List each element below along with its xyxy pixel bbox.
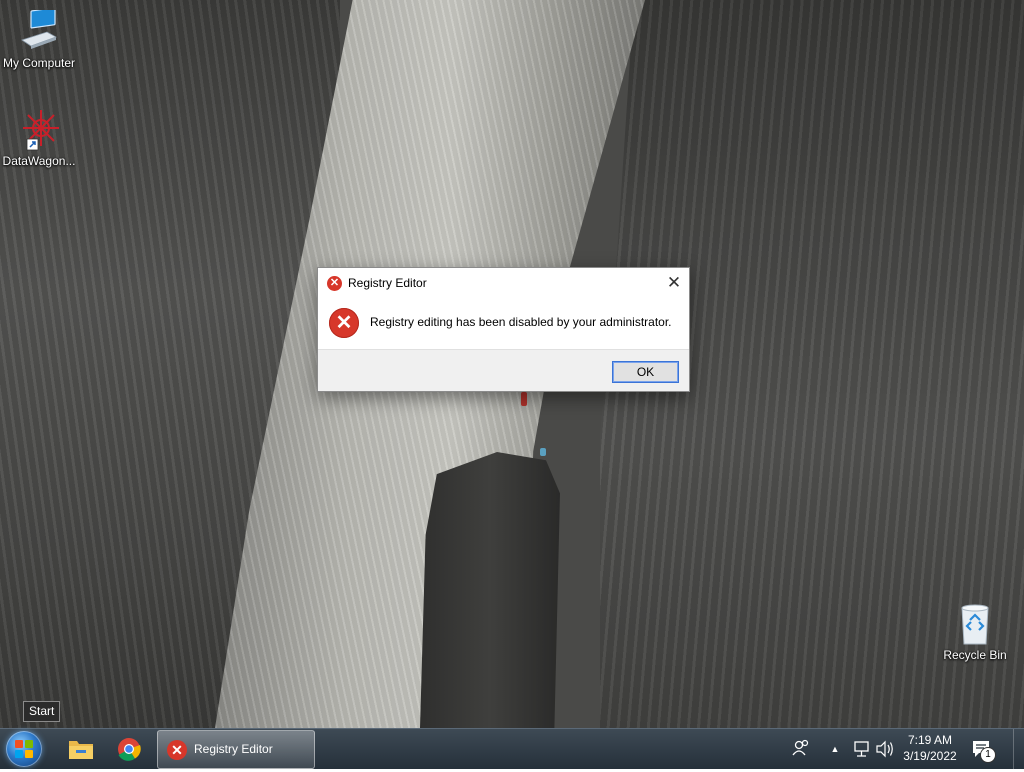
wallpaper-rock-pillar — [420, 452, 560, 728]
desktop-icon-my-computer[interactable]: My Computer — [0, 7, 78, 70]
desktop-icon-datawagon[interactable]: DataWagon... — [0, 108, 78, 168]
desktop-icon-label: My Computer — [2, 56, 76, 70]
chrome-icon — [118, 738, 141, 761]
dialog-footer: OK — [318, 349, 689, 391]
taskbar-item-label: Registry Editor — [194, 742, 273, 756]
dialog-message: Registry editing has been disabled by yo… — [370, 315, 672, 329]
datawagon-icon — [17, 108, 61, 152]
windows-logo-icon — [15, 740, 33, 758]
people-icon[interactable] — [790, 729, 812, 769]
desktop-icon-recycle-bin[interactable]: Recycle Bin — [936, 602, 1014, 662]
clock-date: 3/19/2022 — [903, 749, 957, 763]
wallpaper-climber — [521, 392, 527, 406]
wallpaper-climber — [540, 448, 546, 456]
computer-icon — [17, 7, 61, 54]
error-icon: ✕ — [327, 276, 342, 291]
ok-button[interactable]: OK — [612, 361, 679, 383]
desktop: My Computer DataWagon... Recycle Bin ✕ R… — [0, 0, 1024, 728]
system-clock[interactable]: 7:19 AM 3/19/2022 — [898, 732, 962, 764]
show-hidden-icons-chevron-icon[interactable]: ▲ — [828, 729, 842, 769]
error-dialog: ✕ Registry Editor ✕ ✕ Registry editing h… — [317, 267, 690, 392]
recycle-bin-icon — [953, 602, 997, 646]
desktop-icon-label: Recycle Bin — [943, 648, 1007, 662]
chrome-button[interactable] — [112, 731, 146, 767]
notification-count-badge: 1 — [980, 747, 996, 763]
start-tooltip: Start — [23, 701, 61, 722]
taskbar-item-registry-editor[interactable]: ✕ Registry Editor — [157, 730, 315, 769]
desktop-icon-label: DataWagon... — [2, 154, 76, 168]
dialog-title: Registry Editor — [348, 276, 427, 290]
start-button[interactable] — [6, 731, 42, 767]
error-icon: ✕ — [167, 740, 187, 760]
dialog-body: ✕ Registry editing has been disabled by … — [318, 298, 689, 350]
network-icon[interactable] — [852, 729, 872, 769]
file-explorer-button[interactable] — [64, 731, 98, 767]
close-button[interactable]: ✕ — [659, 268, 689, 298]
dialog-titlebar[interactable]: ✕ Registry Editor ✕ — [318, 268, 689, 298]
taskbar: ✕ Registry Editor ▲ 7:19 AM 3/19/2022 1 — [0, 728, 1024, 769]
volume-icon[interactable] — [874, 729, 896, 769]
file-explorer-icon — [69, 741, 93, 759]
clock-time: 7:19 AM — [907, 733, 953, 747]
error-icon: ✕ — [329, 308, 359, 338]
show-desktop-button[interactable] — [1013, 729, 1024, 769]
